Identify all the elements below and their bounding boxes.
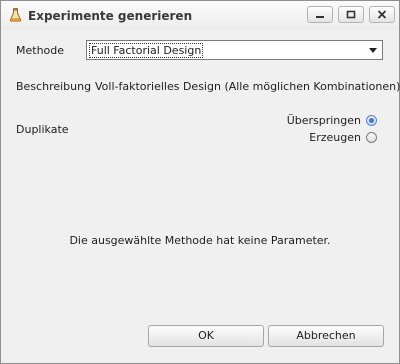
method-select[interactable]: Full Factorial Design — [86, 40, 383, 60]
title-bar[interactable]: Experimente generieren — [1, 1, 399, 30]
cancel-button[interactable]: Abbrechen — [268, 325, 384, 347]
minimize-icon — [316, 16, 324, 18]
minimize-button[interactable] — [307, 6, 333, 23]
description-label: Beschreibung — [16, 80, 92, 93]
dialog-window: Experimente generieren Methode Full Fact… — [0, 0, 400, 364]
ok-button[interactable]: OK — [148, 325, 264, 347]
method-select-value: Full Factorial Design — [88, 43, 204, 58]
maximize-button[interactable] — [338, 6, 364, 23]
chevron-down-icon[interactable] — [364, 41, 382, 59]
description-text: Voll-faktorielles Design (Alle möglichen… — [95, 80, 400, 93]
radio-option-skip[interactable]: Überspringen — [287, 112, 377, 128]
radio-generate[interactable] — [366, 131, 377, 143]
flask-icon — [9, 8, 22, 22]
close-button[interactable] — [369, 6, 395, 23]
no-parameters-message: Die ausgewählte Methode hat keine Parame… — [69, 234, 331, 247]
duplicates-label: Duplikate — [16, 123, 69, 136]
method-label: Methode — [16, 44, 65, 57]
window-title: Experimente generieren — [28, 9, 193, 23]
close-icon — [377, 10, 387, 19]
maximize-icon — [346, 10, 356, 19]
radio-skip[interactable] — [366, 114, 377, 126]
radio-option-generate[interactable]: Erzeugen — [309, 129, 377, 145]
radio-label-generate: Erzeugen — [309, 130, 361, 144]
radio-label-skip: Überspringen — [286, 113, 361, 127]
